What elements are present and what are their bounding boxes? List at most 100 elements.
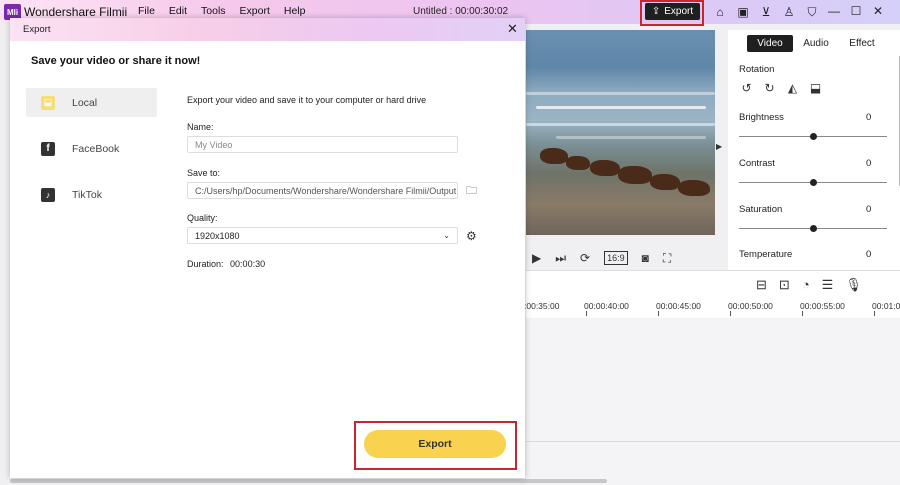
dialog-heading: Save your video or share it now! [31,55,201,67]
local-icon: ⬓ [41,95,55,110]
flip-horizontal-icon[interactable]: ◭ [785,80,800,95]
aspect-ratio-button[interactable]: 16:9 [604,251,628,265]
left-strip [0,24,10,485]
ruler-label: 00:01:0 [872,301,900,311]
highlight-box-top-export [640,0,704,26]
shirt-icon[interactable]: ⛉ [804,4,820,20]
panel-collapse-icon[interactable]: ▶ [716,142,722,151]
player-controls: ▶ ⏭ ⟳ 16:9 ◙ ⛶ [526,246,715,270]
adjust-icon[interactable]: ☰ [822,277,834,293]
window-controls: — ☐ ✕ [827,3,885,19]
contrast-value: 0 [866,158,872,169]
destination-label: FaceBook [72,142,120,155]
fullscreen-icon[interactable]: ⛶ [663,251,671,266]
track-divider [526,441,900,442]
export-dialog: Export ✕ Save your video or share it now… [10,18,525,478]
video-preview [526,30,715,235]
tab-audio[interactable]: Audio [793,35,839,52]
saturation-value: 0 [866,204,872,215]
destination-tiktok[interactable]: ♪ TikTok [26,180,157,209]
chevron-down-icon: ⌄ [443,231,450,240]
quality-value: 1920x1080 [195,230,240,241]
record-icon[interactable]: ⊟ [756,277,767,293]
destination-label: TikTok [72,188,102,201]
rotate-right-icon[interactable]: ↻ [762,80,777,95]
contrast-slider-knob[interactable] [810,179,817,186]
ruler-tick [730,311,731,316]
rotation-label: Rotation [739,64,775,75]
menu-tools[interactable]: Tools [201,5,226,17]
ruler-tick [658,311,659,316]
rotate-left-icon[interactable]: ↺ [739,80,754,95]
quality-label: Quality: [187,213,218,223]
home-icon[interactable]: ⌂ [712,4,728,20]
timeline-tracks[interactable] [526,318,900,485]
crop-icon[interactable]: ⊡ [779,277,790,293]
saturation-slider-knob[interactable] [810,225,817,232]
saturation-label: Saturation [739,204,783,215]
ruler-tick [874,311,875,316]
toolbar-icons: ⌂ ▣ ⊻ ♙ ⛉ [712,4,820,20]
quality-select[interactable]: 1920x1080 ⌄ [187,227,458,244]
snapshot-icon[interactable]: ◙ [642,251,649,265]
save-to-label: Save to: [187,168,221,178]
dialog-header: Export ✕ [10,18,525,41]
menu-export[interactable]: Export [240,5,270,17]
ruler-tick [586,311,587,316]
adjust-panel: Video Audio Effect Rotation ↺ ↻ ◭ ⬓ Brig… [728,30,900,270]
brightness-slider-knob[interactable] [810,133,817,140]
gear-icon[interactable]: ⚙ [466,229,477,243]
ruler-label: 00:00:40:00 [584,301,629,311]
maximize-icon[interactable]: ☐ [849,3,863,19]
timeline-tools: ⊟ ⊡ ◔ ☰ 🎙 [756,277,862,293]
speed-gauge-icon[interactable]: ◔ [802,277,810,293]
ruler-label: 00:00:50:00 [728,301,773,311]
timeline-ruler: :00:35:00 00:00:40:00 00:00:45:00 00:00:… [524,298,900,318]
ruler-label: :00:35:00 [524,301,560,311]
tab-effect[interactable]: Effect [839,35,885,52]
duration-value: 00:00:30 [230,259,266,269]
duration-row: Duration: 00:00:30 [187,259,265,269]
play-icon[interactable]: ▶ [532,251,541,265]
name-label: Name: [187,122,214,132]
ruler-tick [802,311,803,316]
menu-help[interactable]: Help [284,5,306,17]
facebook-icon: f [41,141,55,156]
speed-icon[interactable]: ⟳ [580,251,590,265]
temperature-value: 0 [866,249,872,260]
menu-edit[interactable]: Edit [169,5,187,17]
adjust-tabs: Video Audio Effect [747,35,885,52]
account-icon[interactable]: ♙ [781,4,797,20]
save-icon[interactable]: ▣ [735,4,751,20]
destination-facebook[interactable]: f FaceBook [26,134,157,163]
menu-file[interactable]: File [138,5,155,17]
close-icon[interactable]: ✕ [507,21,518,37]
app-name: Wondershare Filmii [24,5,128,19]
close-icon[interactable]: ✕ [871,3,885,19]
duration-label: Duration: [187,259,224,269]
menu-bar: File Edit Tools Export Help [138,5,320,17]
name-input[interactable]: My Video [187,136,458,153]
project-title: Untitled : 00:00:30:02 [413,6,509,17]
rotation-controls: ↺ ↻ ◭ ⬓ [739,80,823,95]
ruler-label: 00:00:45:00 [656,301,701,311]
tiktok-icon: ♪ [41,187,55,202]
tab-video[interactable]: Video [747,35,793,52]
save-to-path-field[interactable]: C:/Users/hp/Documents/Wondershare/Wonder… [187,182,458,199]
temperature-label: Temperature [739,249,793,260]
cart-icon[interactable]: ⊻ [758,4,774,20]
destination-local[interactable]: ⬓ Local [26,88,157,117]
next-frame-icon[interactable]: ⏭ [555,251,566,266]
microphone-icon[interactable]: 🎙 [845,277,862,293]
brightness-value: 0 [866,112,872,123]
timeline-scrollbar[interactable] [10,479,607,483]
timeline-toolbar: ⊟ ⊡ ◔ ☰ 🎙 [526,270,900,298]
highlight-box-export-button [354,421,517,470]
ruler-label: 00:00:55:00 [800,301,845,311]
destination-label: Local [72,96,98,109]
contrast-label: Contrast [739,158,775,169]
folder-icon[interactable]: 🗀 [466,182,477,201]
flip-vertical-icon[interactable]: ⬓ [808,80,823,95]
minimize-icon[interactable]: — [827,3,841,19]
export-description: Export your video and save it to your co… [187,95,427,105]
